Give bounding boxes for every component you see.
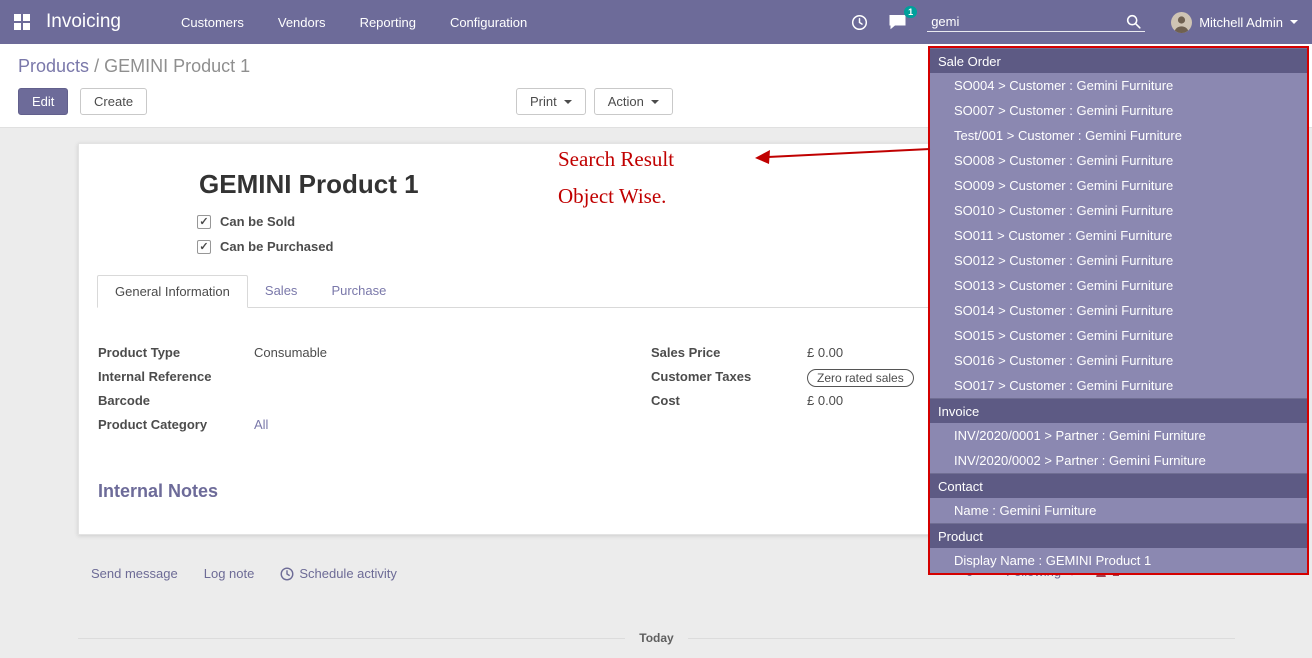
search-result-item[interactable]: SO007 > Customer : Gemini Furniture bbox=[930, 98, 1307, 123]
navbar-menus: Customers Vendors Reporting Configuration bbox=[181, 15, 527, 30]
search-group-contact: Contact bbox=[930, 473, 1307, 498]
field-row-barcode: Barcode bbox=[98, 393, 651, 412]
checkbox-icon[interactable]: ✓ bbox=[197, 240, 211, 254]
chevron-down-icon bbox=[564, 100, 572, 104]
search-result-item[interactable]: Name : Gemini Furniture bbox=[930, 498, 1307, 523]
nav-menu-customers[interactable]: Customers bbox=[181, 15, 244, 30]
divider-line bbox=[78, 638, 625, 639]
create-button[interactable]: Create bbox=[80, 88, 147, 115]
today-divider: Today bbox=[78, 631, 1235, 645]
tab-sales[interactable]: Sales bbox=[248, 275, 315, 308]
search-result-item[interactable]: SO017 > Customer : Gemini Furniture bbox=[930, 373, 1307, 398]
search-group-product: Product bbox=[930, 523, 1307, 548]
field-label: Customer Taxes bbox=[651, 369, 807, 384]
search-result-item[interactable]: SO015 > Customer : Gemini Furniture bbox=[930, 323, 1307, 348]
search-result-item[interactable]: INV/2020/0002 > Partner : Gemini Furnitu… bbox=[930, 448, 1307, 473]
chevron-down-icon bbox=[651, 100, 659, 104]
field-value: £ 0.00 bbox=[807, 393, 843, 408]
checkbox-label: Can be Sold bbox=[220, 214, 295, 229]
field-label: Sales Price bbox=[651, 345, 807, 360]
avatar bbox=[1171, 12, 1192, 33]
nav-menu-vendors[interactable]: Vendors bbox=[278, 15, 326, 30]
field-row-product-category: Product CategoryAll bbox=[98, 417, 651, 436]
search-result-item[interactable]: SO016 > Customer : Gemini Furniture bbox=[930, 348, 1307, 373]
breadcrumb-products-link[interactable]: Products bbox=[18, 56, 89, 76]
search-results-dropdown: Sale OrderSO004 > Customer : Gemini Furn… bbox=[928, 46, 1309, 575]
chevron-down-icon bbox=[1290, 20, 1298, 24]
tab-purchase[interactable]: Purchase bbox=[314, 275, 403, 308]
field-label: Internal Reference bbox=[98, 369, 254, 384]
search-result-item[interactable]: SO011 > Customer : Gemini Furniture bbox=[930, 223, 1307, 248]
divider-line bbox=[688, 638, 1235, 639]
print-button[interactable]: Print bbox=[516, 88, 586, 115]
annotation-text: Search Result Object Wise. bbox=[558, 147, 674, 221]
message-count-badge: 1 bbox=[904, 6, 917, 18]
today-label: Today bbox=[639, 631, 673, 645]
search-icon[interactable] bbox=[1126, 14, 1141, 29]
nav-menu-reporting[interactable]: Reporting bbox=[360, 15, 416, 30]
field-label: Barcode bbox=[98, 393, 254, 408]
action-label: Action bbox=[608, 94, 644, 109]
field-value: £ 0.00 bbox=[807, 345, 843, 360]
action-button[interactable]: Action bbox=[594, 88, 673, 115]
search-result-item[interactable]: Display Name : GEMINI Product 1 bbox=[930, 548, 1307, 573]
breadcrumb-separator: / bbox=[94, 56, 99, 76]
schedule-activity-label: Schedule activity bbox=[299, 566, 397, 581]
apps-grid-icon[interactable] bbox=[14, 14, 30, 30]
log-note-button[interactable]: Log note bbox=[204, 566, 255, 581]
search-result-item[interactable]: SO009 > Customer : Gemini Furniture bbox=[930, 173, 1307, 198]
nav-menu-configuration[interactable]: Configuration bbox=[450, 15, 527, 30]
breadcrumb-current: GEMINI Product 1 bbox=[104, 56, 250, 76]
field-value[interactable]: All bbox=[254, 417, 268, 432]
field-row-product-type: Product TypeConsumable bbox=[98, 345, 651, 364]
top-navbar: Invoicing Customers Vendors Reporting Confi… bbox=[0, 0, 1312, 44]
field-value: Zero rated sales bbox=[807, 369, 914, 387]
search-group-sale-order: Sale Order bbox=[930, 48, 1307, 73]
search-result-item[interactable]: INV/2020/0001 > Partner : Gemini Furnitu… bbox=[930, 423, 1307, 448]
messages-icon[interactable]: 1 bbox=[888, 14, 907, 30]
checkbox-label: Can be Purchased bbox=[220, 239, 333, 254]
user-menu[interactable]: Mitchell Admin bbox=[1171, 12, 1298, 33]
search-group-invoice: Invoice bbox=[930, 398, 1307, 423]
search-result-item[interactable]: SO008 > Customer : Gemini Furniture bbox=[930, 148, 1307, 173]
center-buttons: Print Action bbox=[516, 88, 681, 115]
annotation-line-2: Object Wise. bbox=[558, 184, 674, 209]
schedule-activity-clock-icon bbox=[280, 567, 294, 581]
field-value: Consumable bbox=[254, 345, 327, 360]
search-result-item[interactable]: SO010 > Customer : Gemini Furniture bbox=[930, 198, 1307, 223]
navbar-right: 1 Mitchell Admin bbox=[851, 12, 1298, 33]
search-input[interactable] bbox=[931, 14, 1126, 29]
schedule-activity-button[interactable]: Schedule activity bbox=[280, 566, 397, 581]
field-label: Product Type bbox=[98, 345, 254, 360]
activities-clock-icon[interactable] bbox=[851, 14, 868, 31]
annotation-line-1: Search Result bbox=[558, 147, 674, 172]
invoicing-product-page: { "colors": { "navbar": "#6d6b99", "acce… bbox=[0, 0, 1312, 658]
user-name: Mitchell Admin bbox=[1199, 15, 1283, 30]
search-result-item[interactable]: SO004 > Customer : Gemini Furniture bbox=[930, 73, 1307, 98]
search-result-item[interactable]: Test/001 > Customer : Gemini Furniture bbox=[930, 123, 1307, 148]
send-message-button[interactable]: Send message bbox=[91, 566, 178, 581]
fields-left: Product TypeConsumableInternal Reference… bbox=[98, 345, 651, 441]
app-name[interactable]: Invoicing bbox=[46, 11, 121, 33]
global-search-box bbox=[927, 12, 1145, 32]
field-label: Product Category bbox=[98, 417, 254, 432]
tab-general-information[interactable]: General Information bbox=[97, 275, 248, 308]
edit-button[interactable]: Edit bbox=[18, 88, 68, 115]
field-label: Cost bbox=[651, 393, 807, 408]
search-result-item[interactable]: SO014 > Customer : Gemini Furniture bbox=[930, 298, 1307, 323]
print-label: Print bbox=[530, 94, 557, 109]
search-result-item[interactable]: SO012 > Customer : Gemini Furniture bbox=[930, 248, 1307, 273]
search-result-item[interactable]: SO013 > Customer : Gemini Furniture bbox=[930, 273, 1307, 298]
checkbox-icon[interactable]: ✓ bbox=[197, 215, 211, 229]
field-row-internal-reference: Internal Reference bbox=[98, 369, 651, 388]
